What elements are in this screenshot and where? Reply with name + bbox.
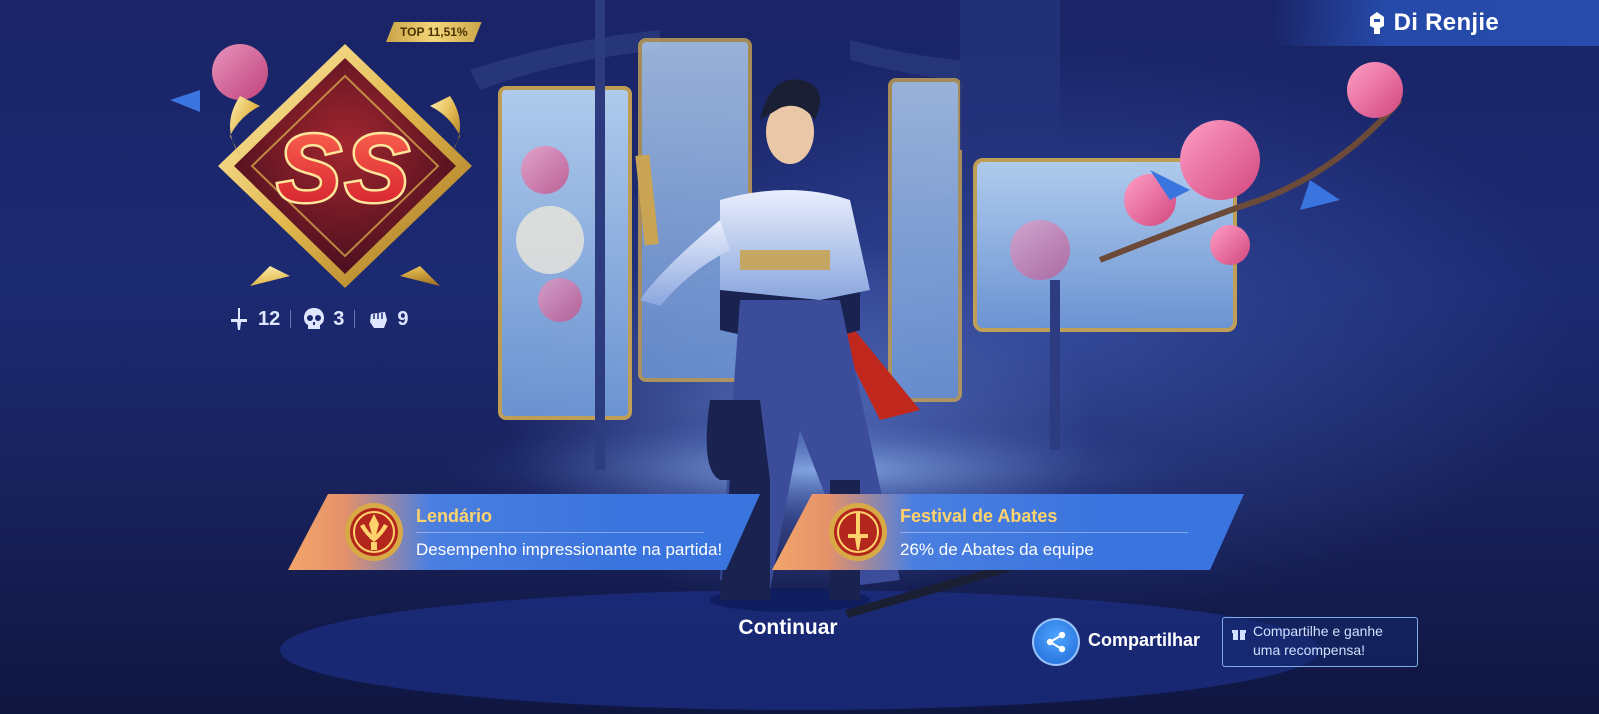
share-tip-line1: Compartilhe e ganhe: [1253, 623, 1383, 639]
sword-icon: [231, 308, 247, 330]
hero-name: Di Renjie: [1393, 9, 1499, 36]
skull-icon: [304, 308, 325, 329]
deaths-value: 3: [333, 307, 345, 330]
deaths-stat: 3: [301, 306, 344, 332]
share-button[interactable]: [1032, 618, 1080, 666]
achievement-title: Festival de Abates: [900, 506, 1058, 526]
kda-divider: [290, 310, 292, 328]
gift-icon: [1232, 630, 1246, 640]
rank-grade: SS: [277, 115, 413, 222]
kills-value: 12: [258, 307, 281, 330]
kda-stats: 12 3 9: [226, 306, 409, 332]
hero-name-bar: Di Renjie: [1269, 0, 1599, 46]
achievement-divider: [416, 532, 704, 533]
achievement-divider: [900, 532, 1188, 533]
share-reward-tip: Compartilhe e ganhe uma recompensa!: [1222, 617, 1418, 667]
share-tip-line2: uma recompensa!: [1253, 642, 1366, 658]
share-label[interactable]: Compartilhar: [1088, 630, 1200, 651]
achievement-title: Lendário: [416, 506, 493, 526]
helmet-icon: [1369, 12, 1384, 34]
assists-stat: 9: [365, 306, 409, 332]
right-pavilion: [850, 0, 1237, 450]
medal-icon: [344, 502, 404, 562]
kda-divider: [354, 310, 356, 328]
achievement-description: Desempenho impressionante na partida!: [416, 540, 723, 559]
medal-icon: [828, 502, 888, 562]
assists-value: 9: [397, 307, 409, 330]
rank-emblem: SS: [218, 44, 472, 288]
continue-button[interactable]: Continuar: [718, 610, 858, 646]
share-icon: [1046, 631, 1066, 653]
kills-stat: 12: [226, 306, 280, 332]
achievement-banner-legendary: Lendário Desempenho impressionante na pa…: [288, 494, 760, 570]
fist-icon: [370, 312, 388, 328]
top-percent-badge: TOP 11,51%: [386, 22, 482, 42]
achievement-description: 26% de Abates da equipe: [900, 540, 1094, 559]
achievement-banner-kill-festival: Festival de Abates 26% de Abates da equi…: [772, 494, 1244, 570]
